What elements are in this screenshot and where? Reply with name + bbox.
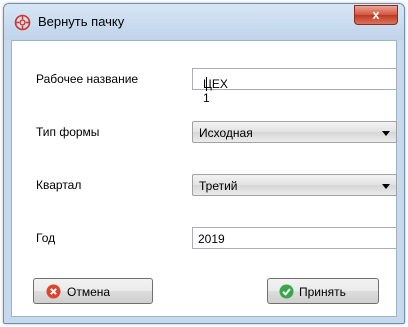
app-icon (14, 14, 31, 31)
form-type-select[interactable]: Исходная (192, 121, 397, 143)
quarter-label: Квартал (36, 178, 82, 192)
dialog-content: Рабочее название ЦЕХ 1 Тип формы Исходна… (11, 40, 397, 317)
accept-label: Принять (299, 285, 346, 299)
year-value: 2019 (198, 232, 225, 246)
dialog-window: Вернуть пачку x Рабочее название ЦЕХ 1 Т… (3, 3, 405, 324)
accept-button[interactable]: Принять (267, 278, 379, 304)
quarter-value: Третий (199, 179, 238, 193)
window-title: Вернуть пачку (38, 14, 125, 29)
chevron-down-icon (382, 184, 390, 189)
work-name-input[interactable]: ЦЕХ 1 (192, 68, 397, 105)
close-button[interactable]: x (354, 5, 398, 25)
cancel-button[interactable]: Отмена (33, 278, 153, 304)
chevron-down-icon (382, 131, 390, 136)
work-name-label: Рабочее название (36, 72, 139, 86)
year-label: Год (36, 231, 56, 245)
year-input[interactable]: 2019 (192, 227, 397, 249)
close-icon: x (372, 7, 380, 22)
cancel-icon (46, 284, 61, 299)
form-type-label: Тип формы (36, 125, 100, 139)
quarter-select[interactable]: Третий (192, 174, 397, 196)
cancel-label: Отмена (67, 285, 111, 299)
title-bar[interactable]: Вернуть пачку x (4, 4, 404, 40)
check-icon (279, 284, 294, 299)
text-caret (206, 77, 207, 91)
form-type-value: Исходная (199, 126, 253, 140)
